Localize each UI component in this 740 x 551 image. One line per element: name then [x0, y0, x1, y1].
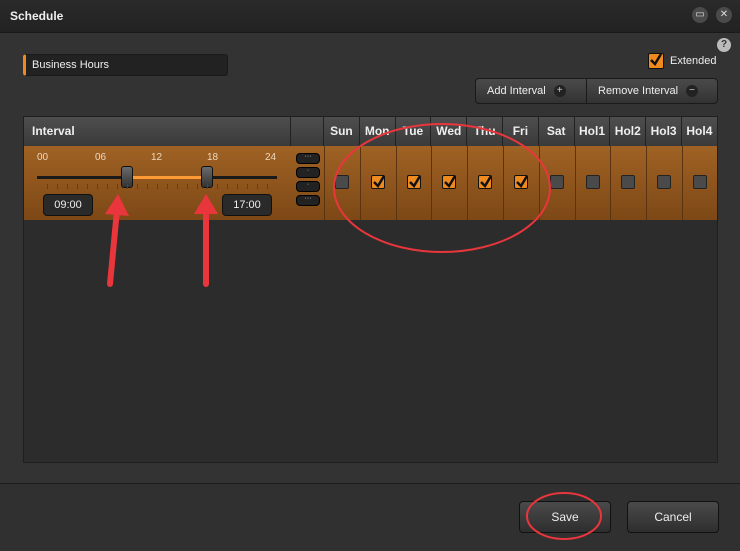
- day-checkbox[interactable]: [334, 175, 349, 189]
- column-divider: [395, 146, 397, 220]
- slider-tick: [77, 184, 78, 189]
- day-header: Sat: [539, 117, 575, 146]
- window-title: Schedule: [10, 9, 64, 23]
- slider-tick: [147, 184, 148, 189]
- interval-header: Interval: [24, 117, 291, 146]
- row-option-button[interactable]: ···: [296, 153, 320, 164]
- slider-tick: [97, 184, 98, 189]
- slider-tick: [237, 184, 238, 189]
- slider-tick: [187, 184, 188, 189]
- day-checkbox[interactable]: [621, 175, 636, 189]
- row-option-button[interactable]: ·: [296, 167, 320, 178]
- column-divider: [324, 146, 325, 220]
- day-checkbox[interactable]: [657, 175, 672, 189]
- cancel-button[interactable]: Cancel: [627, 501, 719, 533]
- extended-label: Extended: [670, 55, 717, 67]
- day-checkbox[interactable]: [370, 175, 385, 189]
- slider-tick: [127, 184, 128, 189]
- schedule-grid: Interval Sun Mon Tue Wed Thu Fri Sat Hol1 Hol2 Ho…: [23, 116, 718, 463]
- day-checkbox[interactable]: [692, 175, 707, 189]
- start-time-field[interactable]: 09:00: [43, 194, 93, 216]
- minus-icon: −: [686, 85, 699, 97]
- grid-header: Interval Sun Mon Tue Wed Thu Fri Sat Hol1 Hol2 Ho…: [24, 117, 718, 147]
- slider-tick: [137, 184, 138, 189]
- remove-interval-label: Remove Interval: [598, 85, 679, 97]
- slider-tick: [67, 184, 68, 189]
- day-header: Thu: [467, 117, 503, 146]
- slider-tick: [87, 184, 88, 189]
- help-icon[interactable]: ?: [717, 38, 731, 52]
- day-header: Mon: [360, 117, 396, 146]
- day-header: Sun: [324, 117, 360, 146]
- day-checkbox[interactable]: [442, 175, 457, 189]
- day-checkbox[interactable]: [585, 175, 600, 189]
- remove-interval-button[interactable]: Remove Interval −: [587, 79, 717, 103]
- column-divider: [610, 146, 612, 220]
- day-header: Hol2: [610, 117, 647, 146]
- close-icon[interactable]: ✕: [716, 7, 732, 23]
- row-option-button[interactable]: ·: [296, 181, 320, 192]
- tick-label: 18: [207, 152, 219, 163]
- slider-tick: [107, 184, 108, 189]
- slider-tick: [207, 184, 208, 189]
- day-header: Hol3: [646, 117, 682, 146]
- slider-tick: [177, 184, 178, 189]
- tick-label: 12: [151, 152, 163, 163]
- day-checkbox[interactable]: [549, 175, 564, 189]
- header-spacer: [291, 117, 324, 146]
- day-checkbox[interactable]: [513, 175, 528, 189]
- time-slider-fill: [127, 176, 207, 179]
- day-checkbox[interactable]: [478, 175, 493, 189]
- slider-tick: [247, 184, 248, 189]
- row-option-button[interactable]: ···: [296, 195, 320, 206]
- tick-label: 00: [37, 152, 49, 163]
- slider-tick: [117, 184, 118, 189]
- column-divider: [538, 146, 540, 220]
- tick-label: 06: [95, 152, 107, 163]
- column-divider: [431, 146, 433, 220]
- save-button[interactable]: Save: [519, 501, 611, 533]
- interval-button-group: Add Interval + Remove Interval −: [475, 78, 718, 104]
- slider-tick: [197, 184, 198, 189]
- slider-tick: [227, 184, 228, 189]
- column-divider: [574, 146, 576, 220]
- add-interval-button[interactable]: Add Interval +: [476, 79, 587, 103]
- slider-tick: [217, 184, 218, 189]
- add-interval-label: Add Interval: [487, 85, 546, 97]
- day-header: Hol4: [682, 117, 718, 146]
- interval-row: 00 06 12 18 24 09:00 17:00 ··· · · ···: [24, 146, 717, 220]
- slider-tick: [257, 184, 258, 189]
- day-header: Hol1: [575, 117, 611, 146]
- slider-tick: [267, 184, 268, 189]
- column-divider: [682, 146, 683, 220]
- schedule-name-input[interactable]: [23, 54, 228, 76]
- title-bar: Schedule ▭ ✕: [0, 0, 740, 33]
- column-divider: [467, 146, 469, 220]
- slider-tick: [57, 184, 58, 189]
- column-divider: [503, 146, 504, 220]
- slider-tick: [167, 184, 168, 189]
- end-time-field[interactable]: 17:00: [222, 194, 272, 216]
- column-divider: [359, 146, 361, 220]
- day-checkbox[interactable]: [406, 175, 421, 189]
- tick-label: 24: [265, 152, 277, 163]
- day-header: Fri: [503, 117, 539, 146]
- column-divider: [646, 146, 648, 220]
- day-header: Tue: [396, 117, 432, 146]
- plus-icon: +: [553, 85, 566, 97]
- slider-tick: [157, 184, 158, 189]
- extended-checkbox[interactable]: [648, 53, 664, 69]
- slider-tick: [47, 184, 48, 189]
- maximize-icon[interactable]: ▭: [692, 7, 708, 23]
- day-header: Wed: [431, 117, 468, 146]
